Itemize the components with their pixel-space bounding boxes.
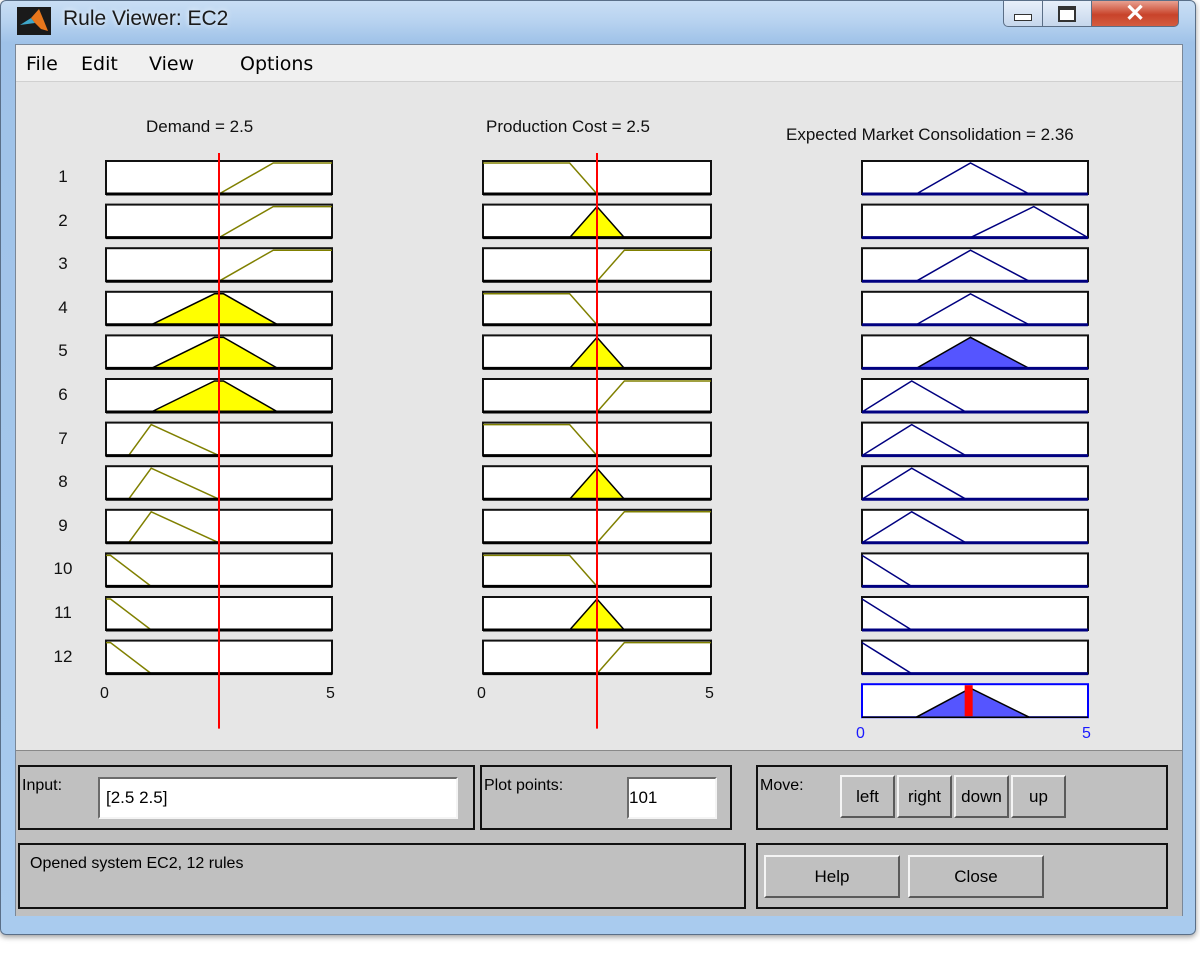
rule-plot-box xyxy=(861,465,1089,501)
membership-plots xyxy=(105,153,1089,729)
move-frame: Move: left right down up xyxy=(756,765,1168,830)
window-title: Rule Viewer: EC2 xyxy=(63,7,229,30)
minimize-button[interactable] xyxy=(1003,1,1043,27)
close-icon: ✕ xyxy=(1124,0,1146,27)
close-window-button[interactable]: ✕ xyxy=(1091,0,1179,27)
demand-axis-max: 5 xyxy=(326,685,335,702)
help-button[interactable]: Help xyxy=(764,855,900,898)
input-frame: Input: xyxy=(18,765,475,830)
control-panel: Input: Plot points: Move: left right dow… xyxy=(16,750,1182,916)
status-frame: Opened system EC2, 12 rules xyxy=(18,843,746,909)
menu-bar: File Edit View Options xyxy=(16,45,1182,82)
rule-plot-box xyxy=(861,203,1089,239)
menu-file[interactable]: File xyxy=(26,53,58,75)
consolidation-axis-min: 0 xyxy=(856,725,865,742)
menu-edit[interactable]: Edit xyxy=(81,53,118,75)
input-field[interactable] xyxy=(98,777,458,819)
matlab-logo-icon xyxy=(17,7,51,35)
plot-points-label: Plot points: xyxy=(484,777,564,794)
rule-plot-box xyxy=(861,552,1089,588)
close-button[interactable]: Close xyxy=(908,855,1044,898)
rule-plot-box xyxy=(861,639,1089,675)
plot-points-frame: Plot points: xyxy=(480,765,732,830)
move-right-button[interactable]: right xyxy=(897,775,952,818)
move-left-button[interactable]: left xyxy=(840,775,895,818)
minimize-icon xyxy=(1014,14,1032,21)
title-bar[interactable]: Rule Viewer: EC2 ✕ xyxy=(1,0,1195,39)
move-up-button[interactable]: up xyxy=(1011,775,1066,818)
rule-plot-box xyxy=(861,421,1089,457)
rule-plot-box xyxy=(861,596,1089,631)
demand-axis-min: 0 xyxy=(100,685,109,702)
help-close-frame: Help Close xyxy=(756,843,1168,909)
defuzzified-output-marker xyxy=(964,685,973,717)
maximize-button[interactable] xyxy=(1042,1,1092,27)
consolidation-axis-max: 5 xyxy=(1082,725,1091,742)
menu-view[interactable]: View xyxy=(149,53,194,75)
rule-plot-area: Demand = 2.5 Production Cost = 2.5 Expec… xyxy=(16,82,1182,752)
rule-plot-box xyxy=(861,508,1089,544)
move-down-button[interactable]: down xyxy=(954,775,1009,818)
rule-viewer-window: Rule Viewer: EC2 ✕ File Edit View Option… xyxy=(0,0,1196,935)
cost-axis-min: 0 xyxy=(477,685,486,702)
plot-points-field[interactable] xyxy=(627,777,717,819)
client-area: File Edit View Options Demand = 2.5 Prod… xyxy=(15,44,1183,916)
menu-options[interactable]: Options xyxy=(240,53,313,75)
maximize-icon xyxy=(1058,5,1076,22)
cost-axis-max: 5 xyxy=(705,685,714,702)
move-label: Move: xyxy=(760,777,804,794)
status-text: Opened system EC2, 12 rules xyxy=(30,855,244,872)
input-label: Input: xyxy=(22,777,63,794)
rule-plot-box xyxy=(861,378,1089,413)
